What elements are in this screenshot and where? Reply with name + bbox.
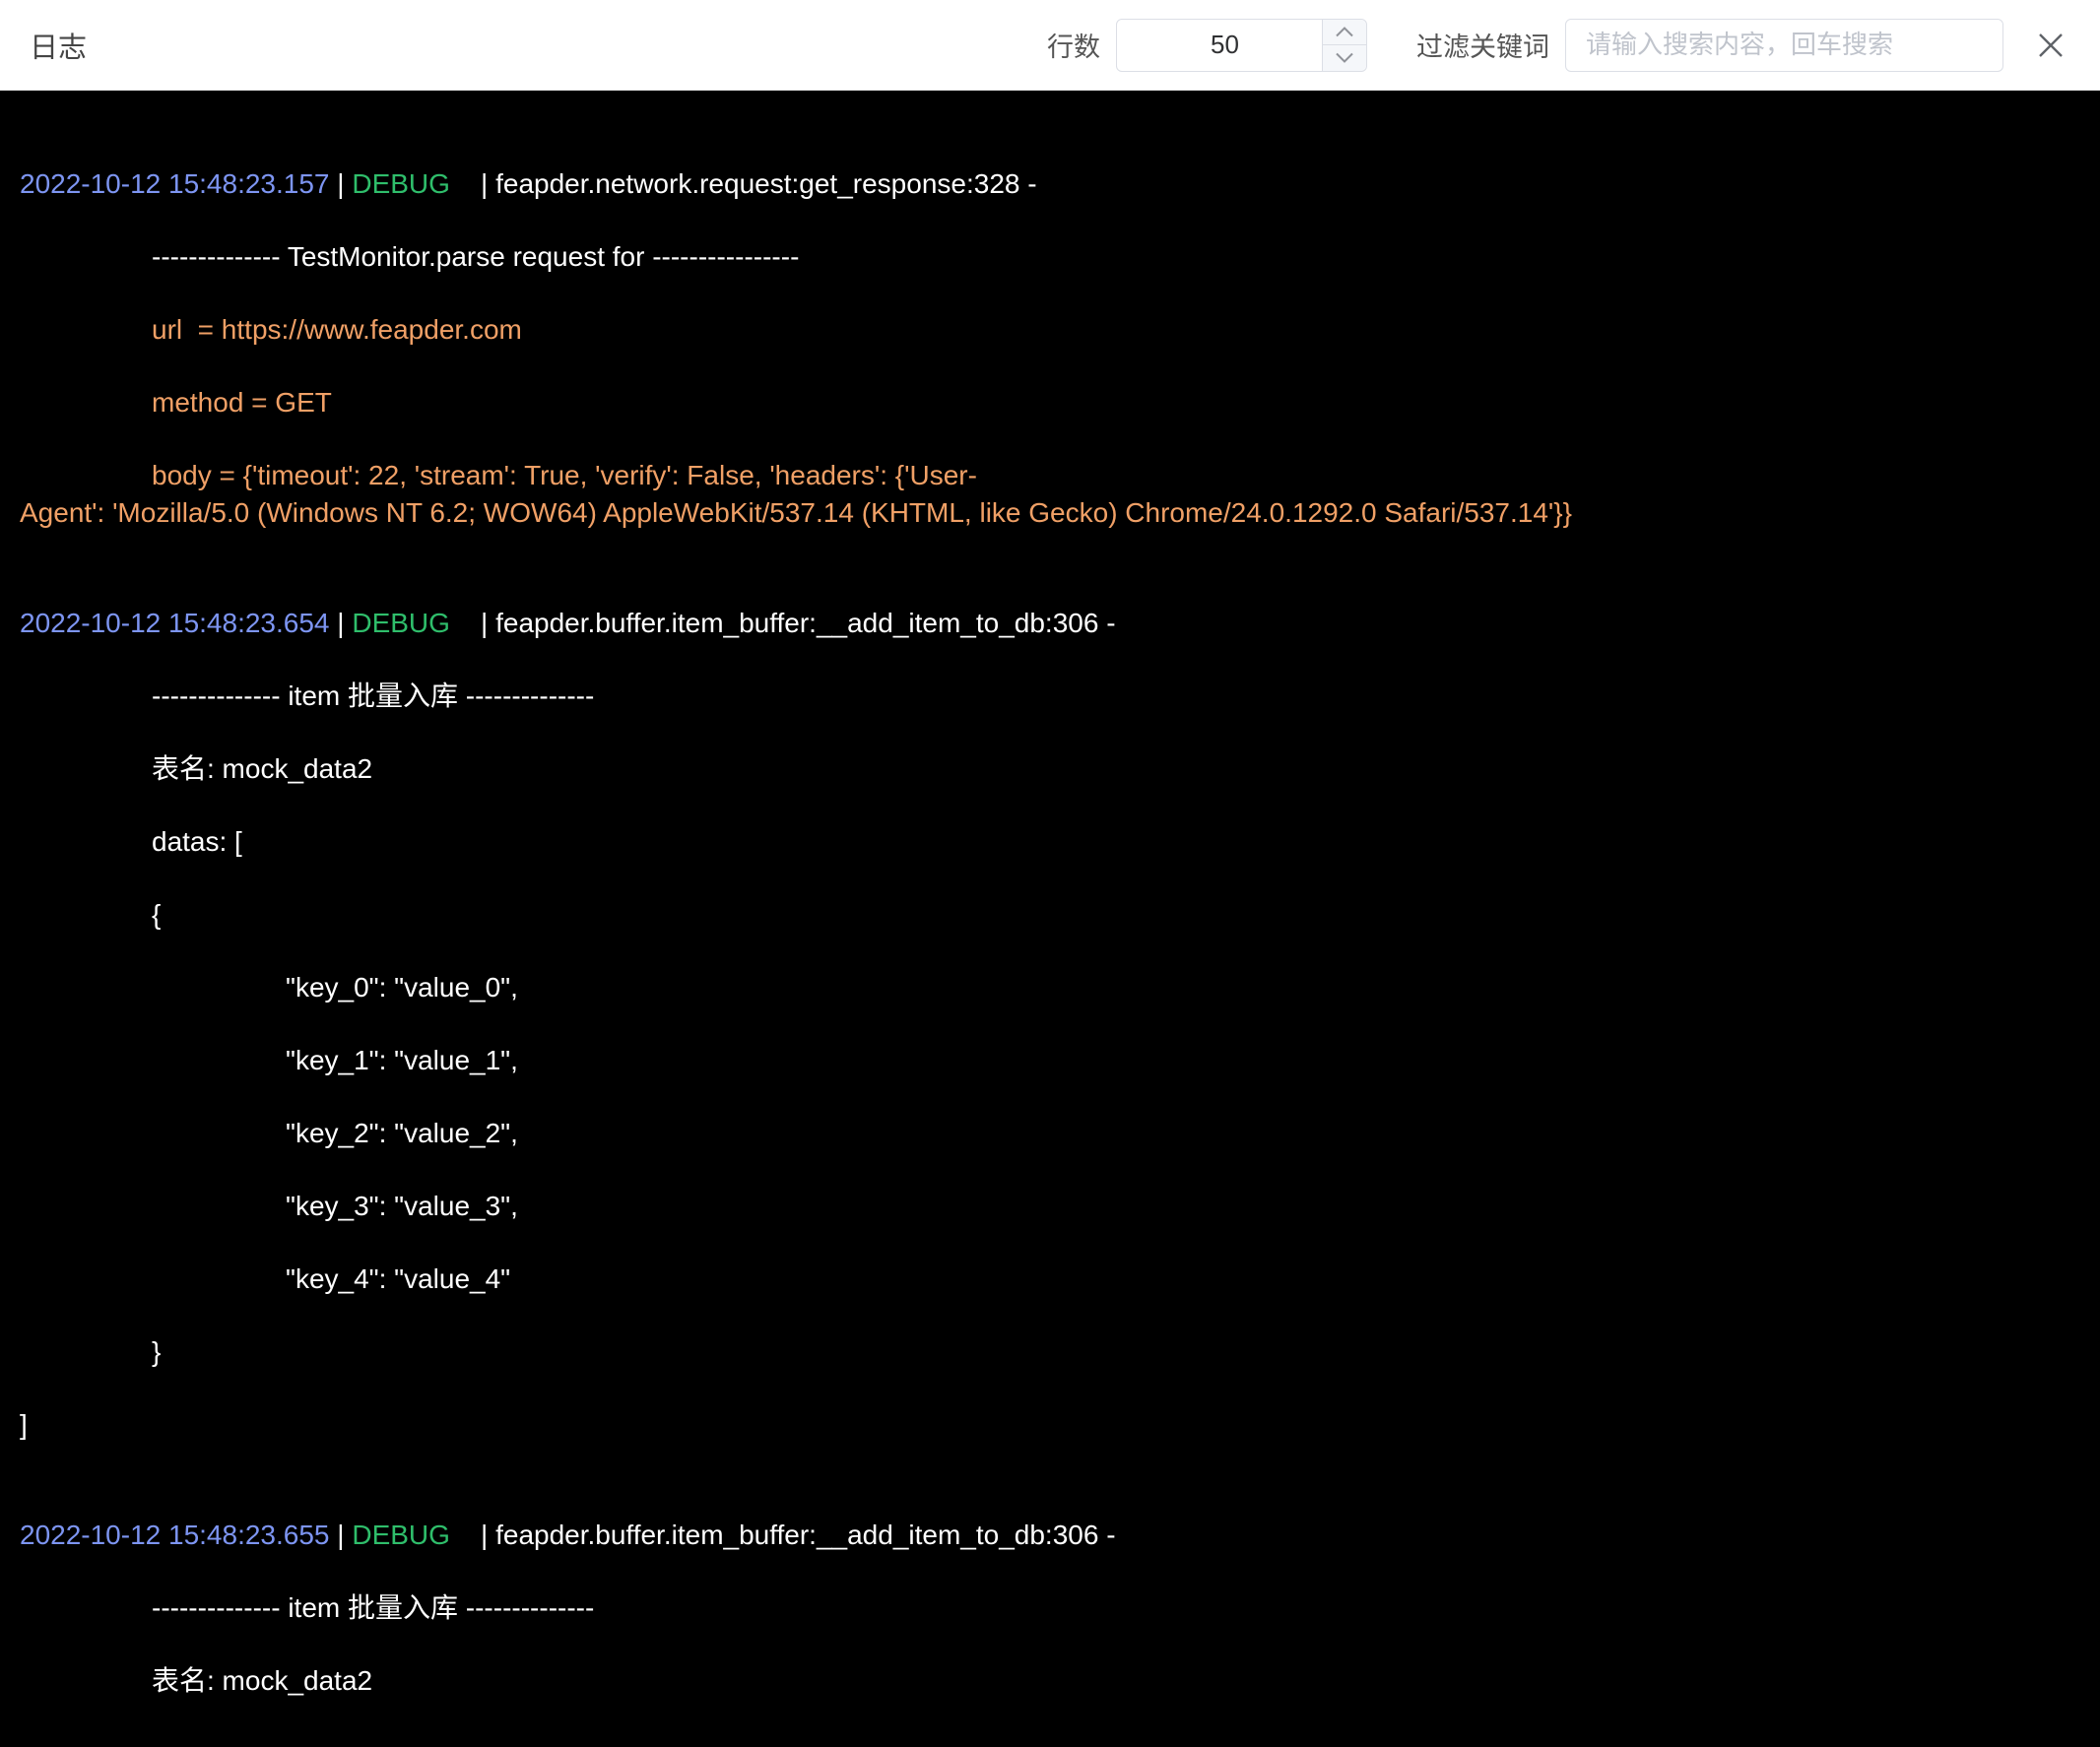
log-line: 表名: mock_data2 [20,1662,2070,1700]
increment-button[interactable] [1323,20,1366,46]
log-timestamp: 2022-10-12 15:48:23.655 [20,1520,330,1550]
log-timestamp: 2022-10-12 15:48:23.654 [20,608,330,638]
search-input[interactable] [1565,19,2003,72]
page-title: 日志 [30,25,87,66]
log-entry: 2022-10-12 15:48:23.157 | DEBUG | feapde… [20,165,2070,532]
log-line: 表名: mock_data2 [20,750,2070,788]
log-entry-header: 2022-10-12 15:48:23.654 | DEBUG | feapde… [20,605,2070,642]
log-source: | feapder.buffer.item_buffer:__add_item_… [450,1520,1116,1550]
log-line: { [20,896,2070,934]
log-line: body = {'timeout': 22, 'stream': True, '… [20,457,2070,494]
log-level: DEBUG [352,168,450,199]
log-level: DEBUG [352,608,450,638]
log-source: | feapder.network.request:get_response:3… [450,168,1037,199]
close-button[interactable] [2031,26,2070,65]
close-icon [2035,30,2067,61]
log-line: -------------- item 批量入库 -------------- [20,1589,2070,1627]
log-output[interactable]: 2022-10-12 15:48:23.157 | DEBUG | feapde… [0,91,2100,1747]
log-line: -------------- item 批量入库 -------------- [20,678,2070,715]
rows-count-label: 行数 [1047,26,1100,64]
log-separator: | [330,1520,353,1550]
log-line: "key_0": "value_0", [20,969,2070,1006]
log-line: "key_1": "value_1", [20,1042,2070,1079]
log-line: "key_2": "value_2", [20,1115,2070,1152]
log-line: -------------- TestMonitor.parse request… [20,238,2070,276]
decrement-button[interactable] [1323,45,1366,71]
log-line: } [20,1333,2070,1371]
stepper-controls [1322,20,1366,71]
log-line: Agent': 'Mozilla/5.0 (Windows NT 6.2; WO… [20,494,2070,532]
chevron-up-icon [1336,27,1353,37]
rows-count-stepper [1116,19,1367,72]
log-line: "key_3": "value_3", [20,1188,2070,1225]
log-source: | feapder.buffer.item_buffer:__add_item_… [450,608,1116,638]
log-line: url = https://www.feapder.com [20,311,2070,349]
log-timestamp: 2022-10-12 15:48:23.157 [20,168,330,199]
log-line: ] [20,1406,2070,1444]
filter-keyword-label: 过滤关键词 [1416,26,1549,64]
log-line: method = GET [20,384,2070,421]
log-separator: | [330,608,353,638]
chevron-down-icon [1336,52,1353,63]
log-separator: | [330,168,353,199]
log-level: DEBUG [352,1520,450,1550]
log-entry-header: 2022-10-12 15:48:23.157 | DEBUG | feapde… [20,165,2070,203]
log-entry: 2022-10-12 15:48:23.654 | DEBUG | feapde… [20,605,2070,1444]
log-entry-header: 2022-10-12 15:48:23.655 | DEBUG | feapde… [20,1517,2070,1554]
log-line: "key_4": "value_4" [20,1261,2070,1298]
toolbar: 日志 行数 过滤关键词 [0,0,2100,91]
log-line: datas: [ [20,823,2070,861]
log-entry: 2022-10-12 15:48:23.655 | DEBUG | feapde… [20,1517,2070,1700]
